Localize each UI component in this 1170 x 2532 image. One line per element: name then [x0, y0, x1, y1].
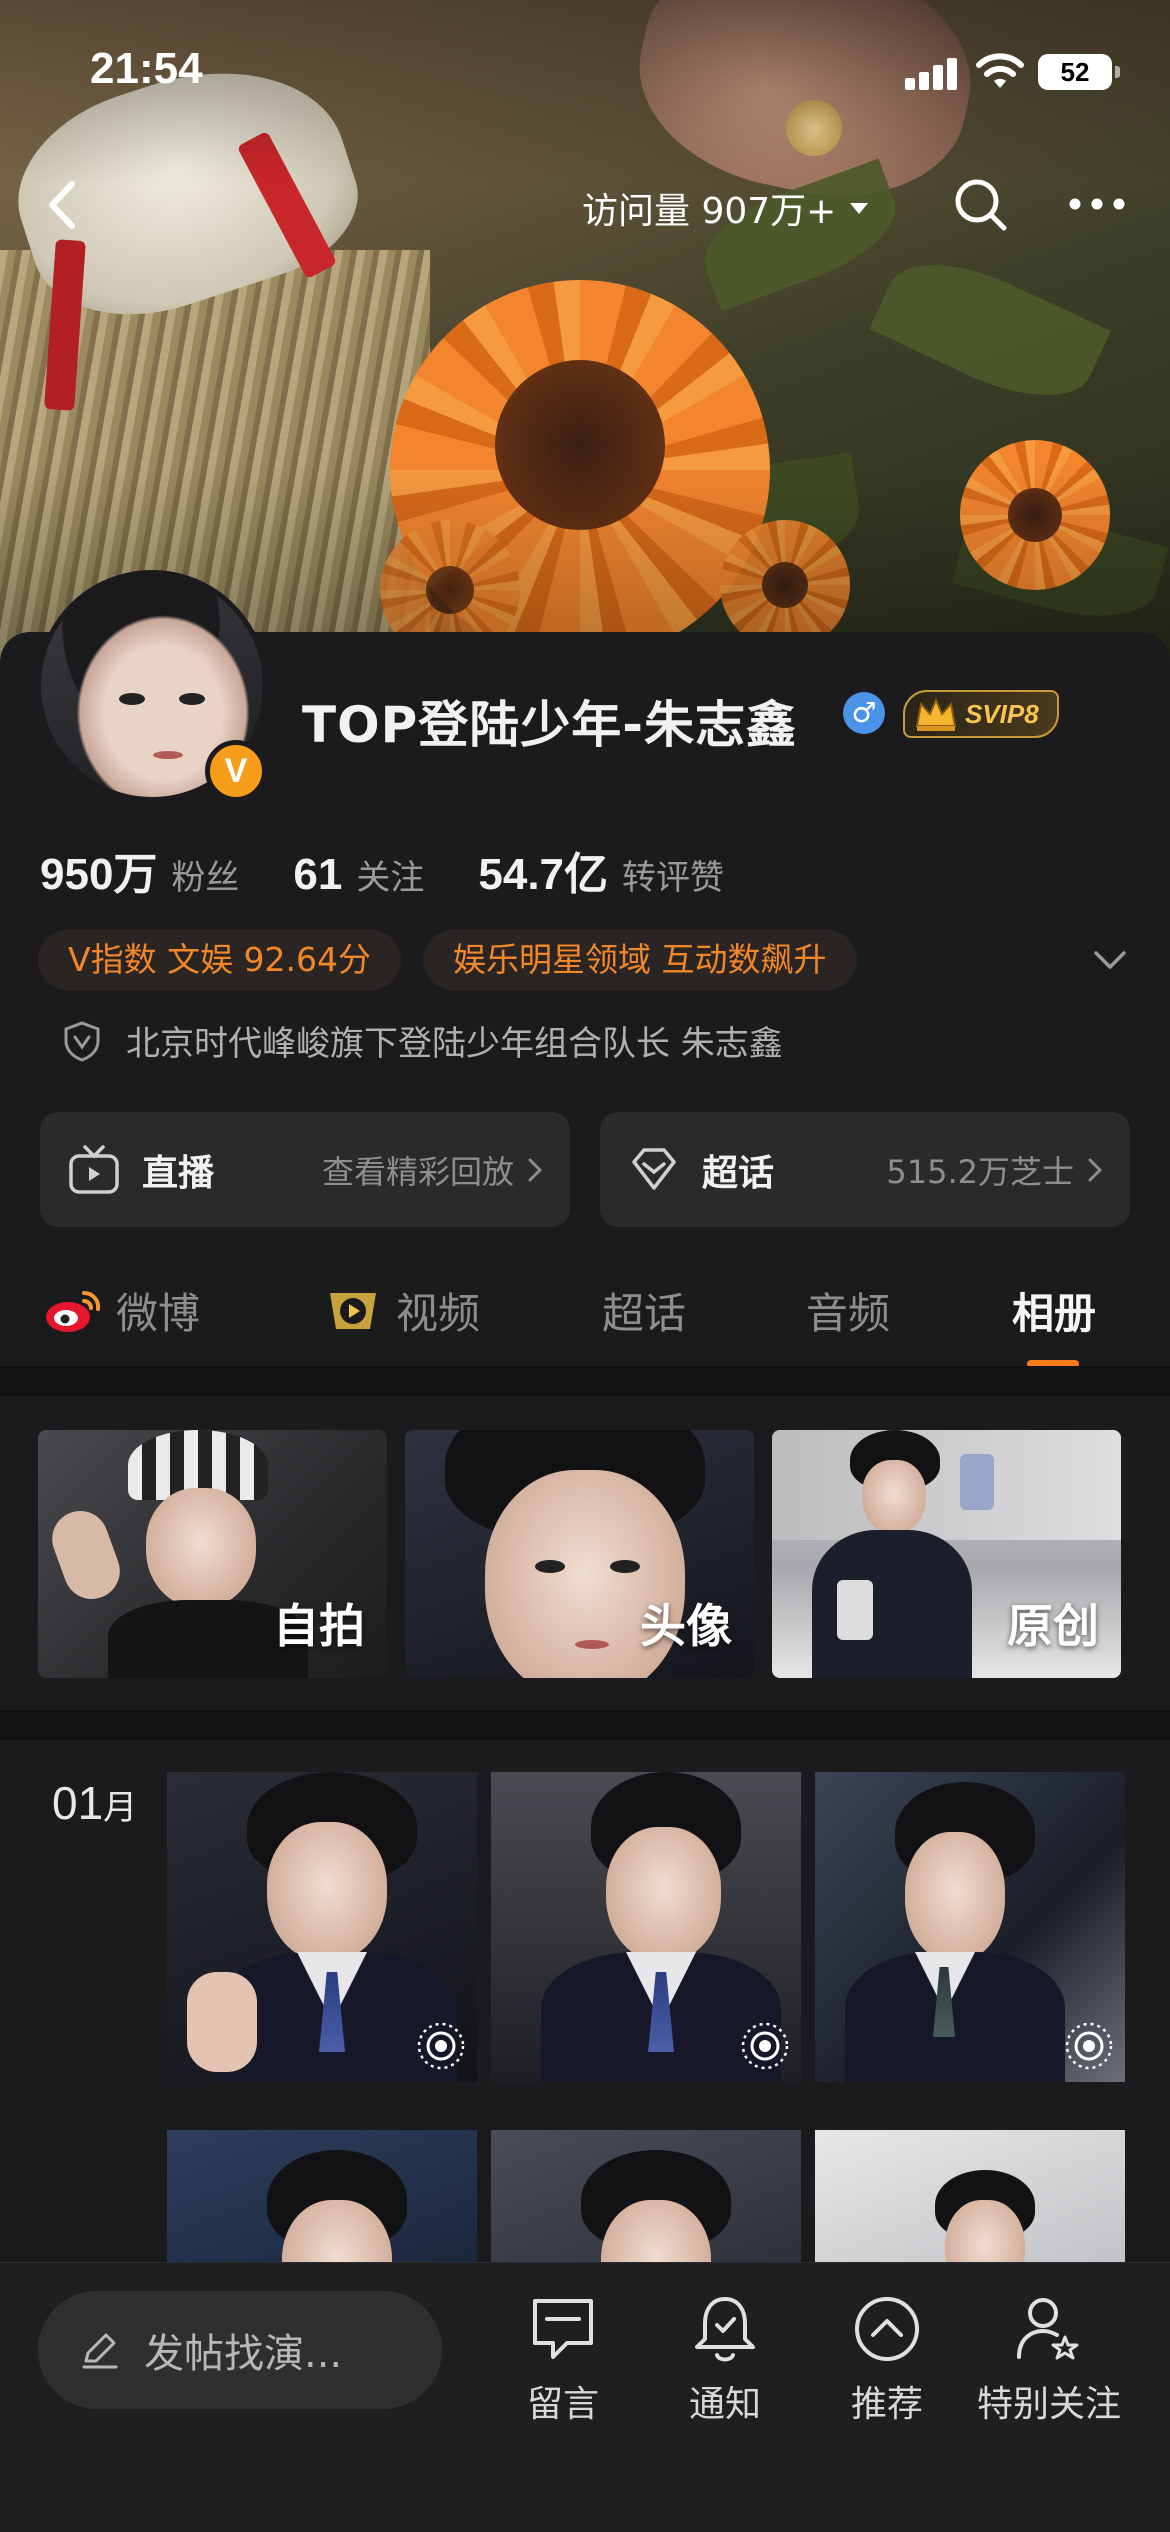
- month-unit: 月: [103, 1789, 138, 1827]
- feature-cards: 直播 查看精彩回放 超话 515.2万芝士: [40, 1112, 1130, 1227]
- tab-audio[interactable]: 音频: [806, 1280, 890, 1341]
- v-index-tag[interactable]: V指数 文娱 92.64分: [38, 930, 402, 990]
- message-label: 留言: [526, 2384, 599, 2425]
- bottom-action-bar: 发帖找演... 留言 通知 推荐 特别关注: [0, 2262, 1170, 2532]
- profile-tags: V指数 文娱 92.64分 娱乐明星领域 互动数飙升: [38, 930, 857, 990]
- stat-following[interactable]: 61 关注: [293, 850, 424, 900]
- profile-stats: 950万 粉丝 61 关注 54.7亿 转评赞: [40, 838, 724, 902]
- super-topic-card-subtitle: 515.2万芝士: [886, 1152, 1074, 1191]
- stat-followers[interactable]: 950万 粉丝: [40, 838, 239, 902]
- chevron-right-icon: [528, 1158, 543, 1181]
- search-icon[interactable]: [950, 174, 1010, 234]
- live-card-title: 直播: [142, 1152, 215, 1194]
- live-photo-icon: [741, 2022, 789, 2070]
- chevron-down-icon[interactable]: [1090, 940, 1130, 980]
- pencil-icon: [82, 2333, 118, 2369]
- video-play-icon: [330, 1292, 376, 1329]
- compose-post-button[interactable]: 发帖找演...: [38, 2291, 442, 2409]
- recommend-button[interactable]: 推荐: [802, 2291, 972, 2427]
- engagement-label: 转评赞: [622, 858, 725, 898]
- photo-thumbnail[interactable]: [167, 1772, 477, 2082]
- verified-v-badge-icon: V: [205, 740, 267, 802]
- weibo-logo-icon: [46, 1290, 101, 1332]
- engagement-count: 54.7亿: [478, 850, 609, 899]
- crown-icon: [915, 697, 957, 731]
- section-divider: [0, 1710, 1170, 1740]
- tab-video[interactable]: 视频: [322, 1280, 480, 1341]
- followers-label: 粉丝: [171, 858, 240, 898]
- live-photo-icon: [1065, 2022, 1113, 2070]
- photo-thumbnail[interactable]: [815, 1772, 1125, 2082]
- notify-label: 通知: [688, 2384, 761, 2425]
- chevron-right-icon: [1088, 1158, 1103, 1181]
- message-icon: [533, 2299, 593, 2359]
- month-number: 01: [52, 1777, 104, 1829]
- month-header: 01月: [52, 1776, 137, 1830]
- message-button[interactable]: 留言: [478, 2291, 648, 2427]
- caret-down-icon: [850, 202, 869, 214]
- notify-button[interactable]: 通知: [640, 2291, 810, 2427]
- live-card-subtitle: 查看精彩回放: [321, 1152, 514, 1191]
- album-selfie[interactable]: 自拍: [38, 1430, 387, 1678]
- profile-tabs: 微博 视频 超话 音频 相册: [0, 1262, 1170, 1368]
- status-time: 21:54: [90, 44, 203, 93]
- svip-badge[interactable]: SVIP8: [903, 690, 1059, 738]
- wifi-icon: [976, 53, 1024, 88]
- cellular-signal-icon: [905, 58, 959, 90]
- super-topic-card[interactable]: 超话 515.2万芝士: [600, 1112, 1130, 1227]
- more-options-icon[interactable]: [1062, 174, 1132, 234]
- following-count: 61: [293, 850, 343, 899]
- bell-icon: [695, 2297, 755, 2362]
- album-original-label: 原创: [1007, 1599, 1099, 1653]
- svip-label: SVIP8: [965, 699, 1039, 729]
- special-follow-button[interactable]: 特别关注: [964, 2291, 1134, 2427]
- profile-bio: 北京时代峰峻旗下登陆少年组合队长 朱志鑫: [60, 1016, 783, 1065]
- battery-icon: 52: [1038, 54, 1120, 90]
- tab-album-label: 相册: [1012, 1289, 1097, 1338]
- top-navigation: 访问量 907万+: [0, 160, 1170, 250]
- tab-video-label: 视频: [396, 1289, 481, 1338]
- visit-count-label: 访问量 907万+: [582, 191, 837, 232]
- compose-placeholder: 发帖找演...: [144, 2331, 343, 2377]
- stat-engagement[interactable]: 54.7亿 转评赞: [478, 838, 724, 902]
- visit-count-dropdown[interactable]: 访问量 907万+: [582, 182, 869, 234]
- super-topic-card-title: 超话: [702, 1152, 775, 1194]
- album-selfie-label: 自拍: [273, 1599, 365, 1653]
- profile-username: TOP登陆少年-朱志鑫: [302, 696, 798, 754]
- tv-icon: [69, 1144, 119, 1194]
- album-categories: 自拍 头像 原创: [38, 1430, 1121, 1678]
- album-original[interactable]: 原创: [772, 1430, 1121, 1678]
- diamond-icon: [632, 1147, 676, 1190]
- album-avatar[interactable]: 头像: [405, 1430, 754, 1678]
- status-bar: 21:54 52: [0, 0, 1170, 140]
- album-avatar-label: 头像: [640, 1599, 732, 1653]
- back-arrow-icon[interactable]: [30, 170, 100, 240]
- male-gender-icon: ♂: [843, 692, 885, 734]
- following-label: 关注: [356, 858, 425, 898]
- photo-thumbnail[interactable]: [491, 1772, 801, 2082]
- domain-tag[interactable]: 娱乐明星领域 互动数飙升: [423, 930, 857, 990]
- section-divider: [0, 1366, 1170, 1396]
- recommend-label: 推荐: [850, 2384, 923, 2425]
- tab-weibo-label: 微博: [116, 1289, 201, 1338]
- tab-audio-label: 音频: [806, 1289, 891, 1338]
- shield-verified-icon: [64, 1020, 100, 1062]
- chevron-up-circle-icon: [855, 2297, 919, 2361]
- live-card[interactable]: 直播 查看精彩回放: [40, 1112, 570, 1227]
- tab-album[interactable]: 相册: [1012, 1280, 1097, 1368]
- person-star-icon: [1017, 2298, 1079, 2360]
- special-follow-label: 特别关注: [976, 2384, 1121, 2425]
- bio-text: 北京时代峰峻旗下登陆少年组合队长 朱志鑫: [126, 1024, 783, 1064]
- live-photo-icon: [417, 2022, 465, 2070]
- followers-count: 950万: [40, 850, 158, 899]
- tab-super-topic-label: 超话: [602, 1289, 687, 1338]
- tab-super-topic[interactable]: 超话: [602, 1280, 686, 1341]
- tab-weibo[interactable]: 微博: [42, 1280, 200, 1341]
